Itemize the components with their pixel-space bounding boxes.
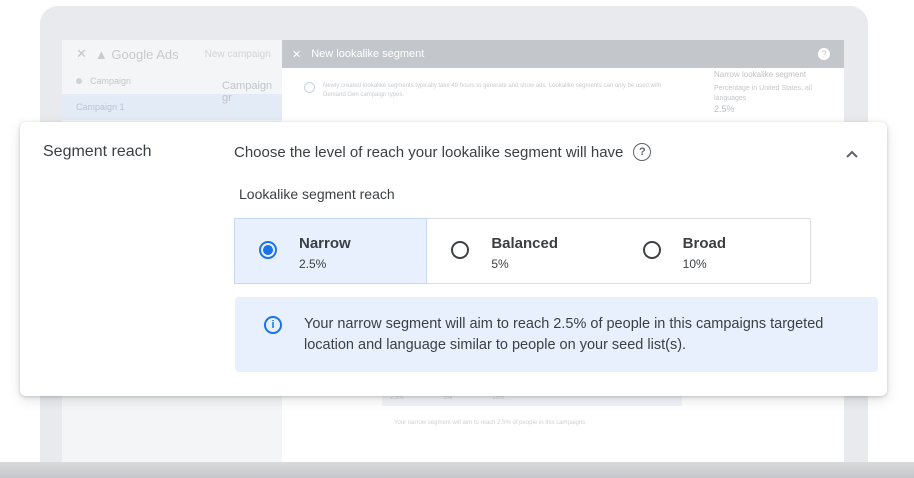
option-text: Balanced 5% bbox=[491, 235, 558, 271]
option-label: Balanced bbox=[491, 235, 559, 252]
help-icon: ? bbox=[818, 48, 830, 60]
option-balanced[interactable]: Balanced 5% bbox=[427, 219, 618, 283]
radio-unselected[interactable] bbox=[642, 241, 661, 259]
info-icon bbox=[304, 82, 315, 93]
reach-subheading: Lookalike segment reach bbox=[239, 186, 395, 202]
sidebar-item-label: Campaign bbox=[90, 76, 132, 86]
background-topbar: ✕ ▲ Google Ads New campaign bbox=[62, 40, 282, 68]
section-description: Choose the level of reach your lookalike… bbox=[234, 143, 652, 161]
close-icon: ✕ bbox=[292, 48, 302, 61]
radio-unselected[interactable] bbox=[451, 241, 470, 259]
segment-reach-card: Segment reach Choose the level of reach … bbox=[20, 122, 887, 396]
info-message-box: i Your narrow segment will aim to reach … bbox=[235, 297, 878, 372]
background-side-summary: Narrow lookalike segment Percentage in U… bbox=[714, 70, 834, 114]
radio-dot bbox=[263, 245, 273, 255]
side-title: Narrow lookalike segment bbox=[714, 70, 807, 79]
chevron-up-icon[interactable] bbox=[842, 144, 862, 164]
sidebar-item-label: Campaign 1 bbox=[76, 102, 125, 112]
info-icon: i bbox=[264, 316, 282, 334]
bg-message: Your narrow segment will aim to reach 2.… bbox=[394, 420, 586, 426]
description-text: Choose the level of reach your lookalike… bbox=[234, 143, 624, 161]
panel-title: New lookalike segment bbox=[311, 48, 425, 60]
option-label: Broad bbox=[682, 235, 726, 252]
reach-options: Narrow 2.5% Balanced 5% Broad 10% bbox=[234, 218, 811, 284]
app-name: Google Ads bbox=[111, 46, 179, 62]
laptop-base bbox=[0, 462, 914, 478]
option-value: 5% bbox=[491, 257, 509, 271]
close-icon: ✕ bbox=[76, 46, 87, 61]
option-text: Narrow 2.5% bbox=[299, 235, 351, 271]
new-campaign-label: New campaign bbox=[204, 48, 271, 60]
option-broad[interactable]: Broad 10% bbox=[619, 219, 810, 283]
background-heading: Campaign gr bbox=[222, 80, 273, 104]
google-ads-logo: ▲ Google Ads bbox=[94, 46, 179, 62]
side-desc: Percentage in United States, all languag… bbox=[714, 85, 813, 102]
option-value: 2.5% bbox=[299, 257, 327, 271]
help-circle-icon[interactable]: ? bbox=[633, 143, 652, 161]
section-title: Segment reach bbox=[43, 143, 152, 160]
background-panel-header: ✕ New lookalike segment ? bbox=[282, 40, 844, 68]
option-value: 10% bbox=[682, 257, 707, 271]
notice-text: Newly created lookalike segments typical… bbox=[323, 83, 662, 98]
option-narrow[interactable]: Narrow 2.5% bbox=[234, 218, 428, 284]
side-value: 2.5% bbox=[714, 104, 735, 114]
radio-selected[interactable] bbox=[259, 241, 277, 259]
option-label: Narrow bbox=[299, 235, 351, 252]
background-notice: Newly created lookalike segments typical… bbox=[296, 78, 690, 114]
campaign-icon bbox=[76, 78, 82, 84]
info-message: Your narrow segment will aim to reach 2.… bbox=[304, 316, 824, 353]
option-text: Broad 10% bbox=[683, 235, 726, 271]
